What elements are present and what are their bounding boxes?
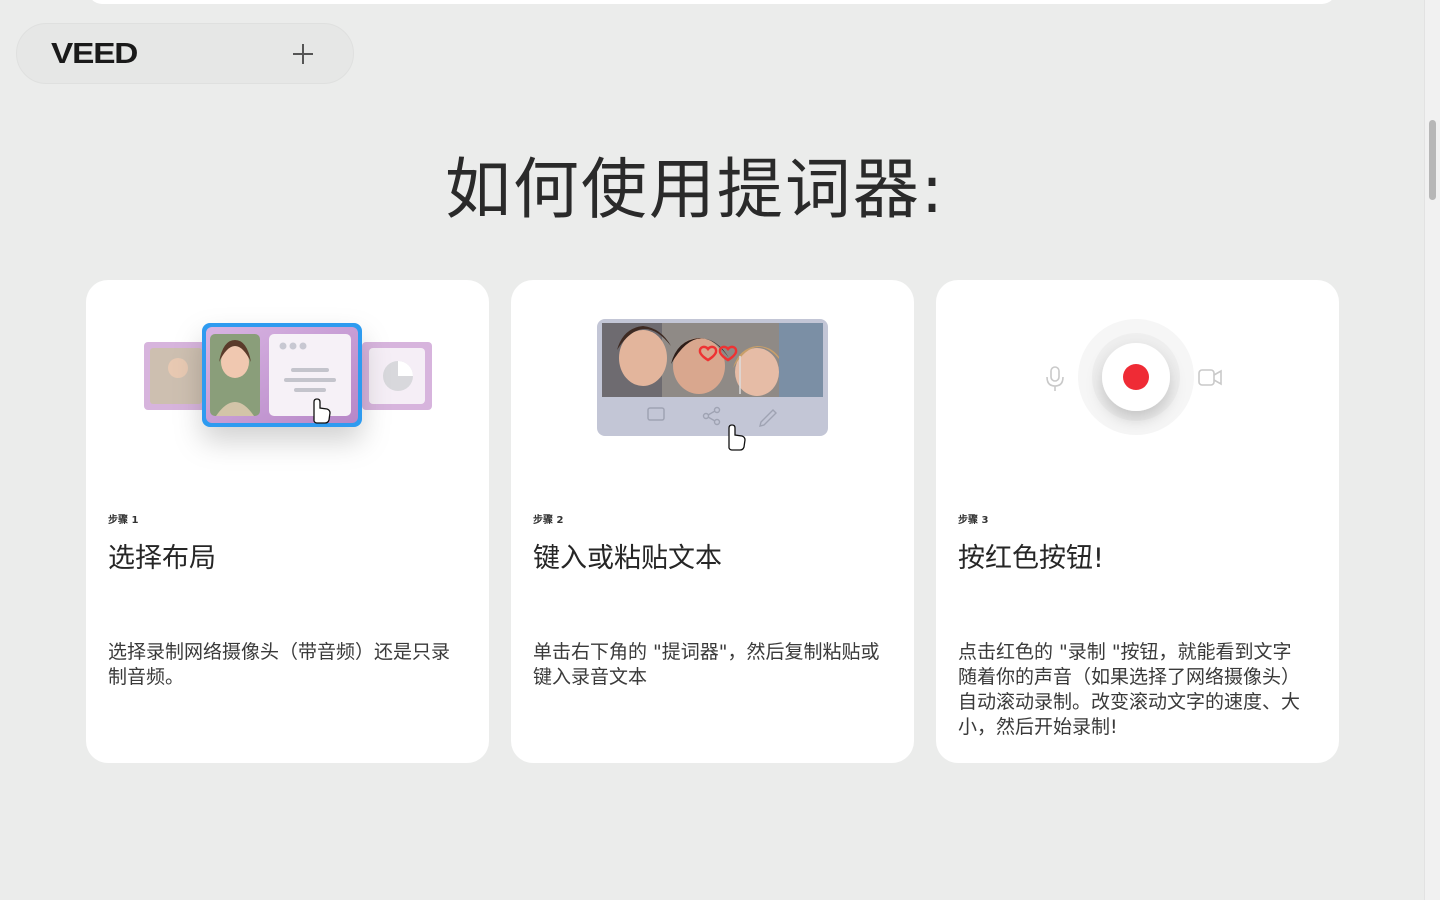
step-label: 步骤 1 bbox=[108, 515, 139, 526]
page-title: 如何使用提词器: bbox=[444, 151, 946, 228]
step-card-1: 步骤 1 选择布局 选择录制网络摄像头（带音频）还是只录制音频。 bbox=[86, 280, 489, 763]
step-description: 单击右下角的 "提词器"，然后复制粘贴或键入录音文本 bbox=[533, 641, 880, 688]
scrollbar[interactable] bbox=[1424, 0, 1440, 900]
step-title: 键入或粘贴文本 bbox=[533, 543, 722, 574]
step-title: 按红色按钮! bbox=[958, 543, 1104, 574]
step-card-3: 步骤 3 按红色按钮! 点击红色的 "录制 "按钮，就能看到文字随着你的声音（如… bbox=[936, 280, 1339, 763]
step-description: 点击红色的 "录制 "按钮，就能看到文字随着你的声音（如果选择了网络摄像头）自动… bbox=[958, 641, 1301, 738]
plus-icon[interactable] bbox=[291, 42, 315, 66]
layout-illustration bbox=[144, 323, 432, 427]
text-illustration bbox=[597, 319, 828, 451]
step-label: 步骤 3 bbox=[958, 515, 989, 526]
nav-pill: VEED bbox=[16, 23, 354, 84]
previous-section-card bbox=[88, 0, 1336, 4]
step-label: 步骤 2 bbox=[533, 515, 564, 526]
step-description: 选择录制网络摄像头（带音频）还是只录制音频。 bbox=[108, 641, 451, 688]
step-title: 选择布局 bbox=[108, 543, 216, 574]
veed-logo[interactable]: VEED bbox=[51, 38, 138, 71]
step-card-2: 步骤 2 键入或粘贴文本 单击右下角的 "提词器"，然后复制粘贴或键入录音文本 bbox=[511, 280, 914, 763]
record-illustration bbox=[1046, 319, 1222, 435]
scrollbar-thumb[interactable] bbox=[1429, 120, 1436, 200]
